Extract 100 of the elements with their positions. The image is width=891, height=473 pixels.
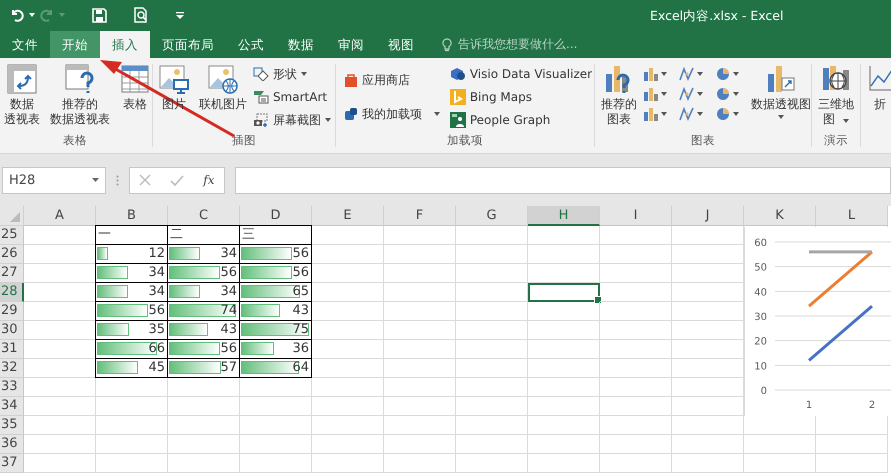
ribbon-tab[interactable]: 文件 xyxy=(0,31,50,58)
grid-cell[interactable] xyxy=(600,397,672,416)
online-pictures-button[interactable]: 联机图片 xyxy=(194,64,251,112)
grid-cell[interactable] xyxy=(240,435,312,454)
row-header[interactable]: 28 xyxy=(0,283,24,302)
name-box[interactable]: H28 xyxy=(2,166,106,194)
grid-cell[interactable] xyxy=(240,454,312,473)
grid-cell[interactable] xyxy=(312,264,384,283)
grid-cell[interactable] xyxy=(600,321,672,340)
grid-cell[interactable] xyxy=(168,454,240,473)
grid-cell[interactable] xyxy=(384,454,456,473)
grid-cell[interactable] xyxy=(384,378,456,397)
row-header[interactable]: 35 xyxy=(0,416,24,435)
grid-cell[interactable] xyxy=(744,435,816,454)
recommended-charts-button[interactable]: 推荐的 图表 xyxy=(597,64,642,127)
grid-cell[interactable] xyxy=(384,416,456,435)
grid-cell[interactable] xyxy=(600,302,672,321)
grid-cell[interactable] xyxy=(816,454,888,473)
grid-cell[interactable] xyxy=(312,435,384,454)
grid-cell[interactable] xyxy=(600,340,672,359)
active-cell[interactable] xyxy=(528,283,600,302)
grid-cell[interactable] xyxy=(528,397,600,416)
column-header[interactable]: A xyxy=(24,206,96,226)
grid-cell[interactable] xyxy=(528,264,600,283)
grid-cell[interactable] xyxy=(24,454,96,473)
grid-cell[interactable] xyxy=(240,416,312,435)
print-preview-icon[interactable] xyxy=(134,7,149,23)
row-header[interactable]: 37 xyxy=(0,454,24,473)
ribbon-tab[interactable]: 开始 xyxy=(50,31,100,58)
grid-cell[interactable] xyxy=(456,397,528,416)
grid-cell[interactable] xyxy=(600,416,672,435)
grid-cell[interactable] xyxy=(384,226,456,245)
grid-cell[interactable] xyxy=(24,378,96,397)
grid-cell[interactable] xyxy=(528,321,600,340)
grid-cell[interactable] xyxy=(168,397,240,416)
grid-cell[interactable] xyxy=(168,416,240,435)
grid-cell[interactable] xyxy=(312,283,384,302)
insert-function-button[interactable]: fx xyxy=(203,173,215,187)
grid-cell[interactable] xyxy=(384,302,456,321)
grid-cell[interactable] xyxy=(600,359,672,378)
column-header[interactable]: D xyxy=(240,206,312,226)
grid-cell[interactable] xyxy=(456,226,528,245)
grid-cell[interactable] xyxy=(384,264,456,283)
grid-cell[interactable] xyxy=(456,454,528,473)
column-header[interactable]: J xyxy=(672,206,744,226)
grid-cell[interactable] xyxy=(96,454,168,473)
customize-menu-icon[interactable] xyxy=(176,12,184,18)
ribbon-tab[interactable]: 视图 xyxy=(376,31,426,58)
grid-cell[interactable] xyxy=(456,283,528,302)
column-header[interactable]: C xyxy=(168,206,240,226)
grid-cell[interactable] xyxy=(456,359,528,378)
row-header[interactable]: 25 xyxy=(0,226,24,245)
grid-cell[interactable] xyxy=(384,245,456,264)
grid-cell[interactable] xyxy=(24,397,96,416)
ribbon-tab[interactable]: 公式 xyxy=(226,31,276,58)
grid-cell[interactable] xyxy=(384,283,456,302)
grid-cell[interactable] xyxy=(312,226,384,245)
grid-cell[interactable] xyxy=(312,454,384,473)
grid-cell[interactable] xyxy=(456,302,528,321)
row-header[interactable]: 27 xyxy=(0,264,24,283)
table-button[interactable]: 表格 xyxy=(116,64,154,112)
grid-cell[interactable] xyxy=(96,435,168,454)
grid-cell[interactable] xyxy=(384,397,456,416)
ribbon-tab[interactable]: 插入 xyxy=(100,31,150,58)
grid-cell[interactable] xyxy=(24,416,96,435)
row-header[interactable]: 36 xyxy=(0,435,24,454)
grid-cell[interactable] xyxy=(384,359,456,378)
ribbon-tab[interactable]: 页面布局 xyxy=(150,31,226,58)
people-graph-button[interactable]: People Graph xyxy=(450,110,592,130)
grid-cell[interactable] xyxy=(528,435,600,454)
grid-cell[interactable] xyxy=(384,435,456,454)
formula-input[interactable] xyxy=(235,166,891,194)
grid-cell[interactable] xyxy=(456,245,528,264)
column-header[interactable]: B xyxy=(96,206,168,226)
grid-cell[interactable] xyxy=(816,435,888,454)
grid-cell[interactable] xyxy=(312,397,384,416)
grid-cell[interactable] xyxy=(672,435,744,454)
grid-cell[interactable] xyxy=(96,378,168,397)
grid-cell[interactable] xyxy=(528,302,600,321)
grid-cell[interactable] xyxy=(600,264,672,283)
grid-cell[interactable] xyxy=(456,340,528,359)
select-all-icon[interactable] xyxy=(10,212,20,222)
pivot-table-button[interactable]: 数据 透视表 xyxy=(0,64,44,127)
column-header[interactable]: K xyxy=(744,206,816,226)
grid-cell[interactable] xyxy=(312,359,384,378)
grid-cell[interactable] xyxy=(312,245,384,264)
save-icon[interactable] xyxy=(92,8,107,22)
checkmark-icon[interactable] xyxy=(170,174,184,186)
grid-cell[interactable] xyxy=(312,340,384,359)
grid-cell[interactable] xyxy=(528,226,600,245)
bing-maps-button[interactable]: Bing Maps xyxy=(450,87,592,107)
column-header[interactable]: H xyxy=(528,206,600,226)
shapes-button[interactable]: 形状 xyxy=(252,64,331,84)
grid-cell[interactable] xyxy=(456,435,528,454)
drag-handle-icon[interactable] xyxy=(116,174,119,186)
grid-cell[interactable] xyxy=(96,397,168,416)
grid-cell[interactable] xyxy=(456,321,528,340)
store-button[interactable]: 应用商店 xyxy=(344,70,440,90)
pivot-chart-button[interactable]: 数据透视图 xyxy=(747,64,816,119)
grid-cell[interactable] xyxy=(312,378,384,397)
